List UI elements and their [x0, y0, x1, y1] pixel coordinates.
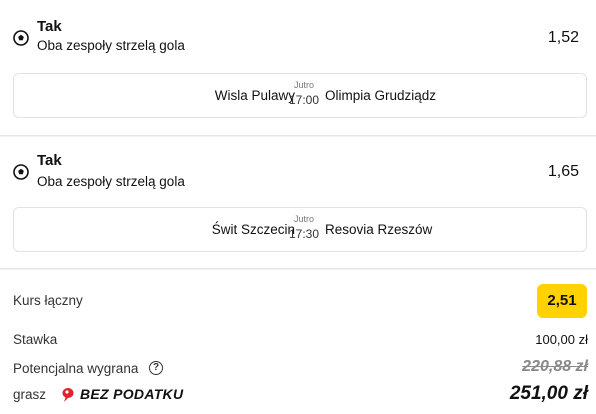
total-odds-label: Kurs łączny: [13, 293, 83, 308]
match-day: Jutro: [293, 80, 314, 90]
stake-label: Stawka: [13, 332, 58, 347]
home-team: Świt Szczecin: [211, 222, 295, 237]
soccer-ball-icon: [13, 30, 29, 46]
match-info[interactable]: Świt Szczecin Jutro 17:30 Resovia Rzeszó…: [13, 207, 587, 252]
match-hour: 17:30: [288, 227, 320, 241]
potential-win-new: 251,00 zł: [509, 383, 588, 404]
bet-odds: 1,52: [547, 29, 579, 46]
bet-odds: 1,65: [547, 163, 579, 180]
bet-summary: Kurs łączny 2,51 Stawka 100,00 zł Potenc…: [0, 270, 596, 414]
bet-market: Oba zespoły strzelą gola: [37, 174, 185, 189]
away-team: Olimpia Grudziądz: [325, 88, 437, 103]
bet-item: Tak Oba zespoły strzelą gola 1,52 Wisla …: [0, 0, 596, 136]
bet-market: Oba zespoły strzelą gola: [37, 38, 185, 53]
total-odds-badge: 2,51: [537, 284, 587, 318]
home-team: Wisla Pulawy: [214, 88, 295, 103]
away-team: Resovia Rzeszów: [325, 222, 433, 237]
match-hour: 17:00: [288, 93, 320, 107]
bet-selection: Tak: [37, 18, 62, 35]
gross-label: grasz: [13, 387, 47, 402]
bet-selection: Tak: [37, 152, 62, 169]
promo-label: BEZ PODATKU: [80, 386, 184, 402]
potential-win-label: Potencjalna wygrana: [13, 361, 139, 376]
match-day: Jutro: [293, 214, 314, 224]
info-icon[interactable]: ?: [149, 361, 163, 375]
bet-item: Tak Oba zespoły strzelą gola 1,65 Świt S…: [0, 137, 596, 269]
promo-pin-icon: [62, 388, 74, 402]
potential-win-old: 220,88 zł: [522, 358, 588, 375]
match-info[interactable]: Wisla Pulawy Jutro 17:00 Olimpia Grudzią…: [13, 73, 587, 118]
stake-value: 100,00 zł: [535, 332, 588, 347]
soccer-ball-icon: [13, 164, 29, 180]
